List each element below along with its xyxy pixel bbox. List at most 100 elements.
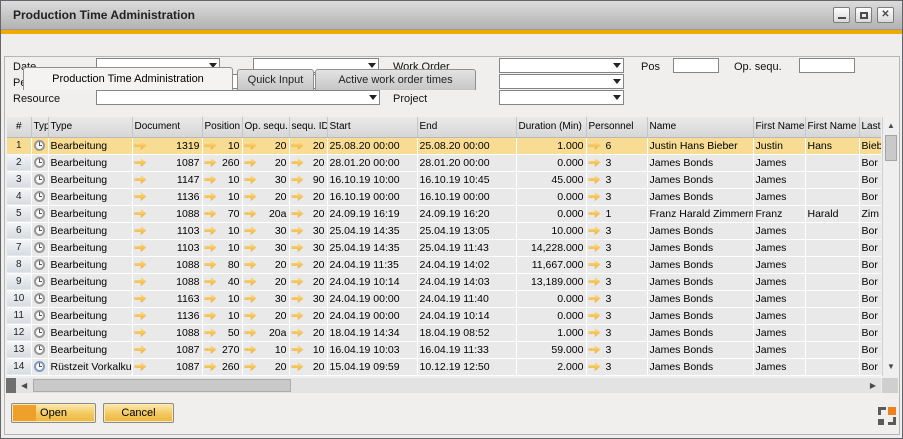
link-arrow-icon[interactable]: [205, 345, 217, 354]
cell-typ[interactable]: [31, 273, 48, 290]
cell-typ[interactable]: [31, 239, 48, 256]
column-header-type[interactable]: Type: [48, 117, 132, 137]
cell-duration[interactable]: 1.000: [516, 137, 586, 154]
cell-start[interactable]: 25.04.19 14:35: [327, 239, 417, 256]
cell-name[interactable]: James Bonds: [647, 307, 753, 324]
table-row[interactable]: 9Bearbeitung108840202024.04.19 10:1424.0…: [7, 273, 881, 290]
pos-input[interactable]: [673, 58, 719, 73]
cell-last[interactable]: Bor: [859, 324, 881, 341]
link-arrow-icon[interactable]: [245, 311, 257, 320]
cell-end[interactable]: 16.04.19 11:33: [417, 341, 516, 358]
cell-type[interactable]: Bearbeitung: [48, 205, 132, 222]
link-arrow-icon[interactable]: [589, 277, 601, 286]
cell-last[interactable]: Bor: [859, 222, 881, 239]
horizontal-scrollbar[interactable]: ◀ ▶: [6, 378, 881, 393]
cell-first_name_2[interactable]: [805, 324, 859, 341]
column-header-num[interactable]: #: [7, 117, 31, 137]
cell-end[interactable]: 16.10.19 10:45: [417, 171, 516, 188]
cell-typ[interactable]: [31, 341, 48, 358]
cell-duration[interactable]: 10.000: [516, 222, 586, 239]
cell-op_sequ[interactable]: 20: [242, 188, 289, 205]
cell-duration[interactable]: 0.000: [516, 205, 586, 222]
link-arrow-icon[interactable]: [292, 175, 304, 184]
cell-end[interactable]: 18.04.19 08:52: [417, 324, 516, 341]
cell-last[interactable]: Bor: [859, 188, 881, 205]
cell-last[interactable]: Bor: [859, 307, 881, 324]
link-arrow-icon[interactable]: [589, 226, 601, 235]
link-arrow-icon[interactable]: [245, 175, 257, 184]
cell-position[interactable]: 50: [202, 324, 242, 341]
cell-start[interactable]: 25.04.19 14:35: [327, 222, 417, 239]
cell-sequ_id[interactable]: 20: [289, 154, 327, 171]
cell-first_name_2[interactable]: [805, 273, 859, 290]
cell-op_sequ[interactable]: 20: [242, 307, 289, 324]
scroll-down-icon[interactable]: ▼: [887, 363, 895, 371]
cell-type[interactable]: Bearbeitung: [48, 256, 132, 273]
cell-end[interactable]: 24.04.19 11:40: [417, 290, 516, 307]
cell-last[interactable]: Bor: [859, 273, 881, 290]
cell-personnel[interactable]: 3: [586, 307, 647, 324]
link-arrow-icon[interactable]: [135, 294, 147, 303]
link-arrow-icon[interactable]: [135, 345, 147, 354]
link-arrow-icon[interactable]: [292, 328, 304, 337]
link-arrow-icon[interactable]: [205, 141, 217, 150]
cell-personnel[interactable]: 3: [586, 273, 647, 290]
cell-name[interactable]: James Bonds: [647, 154, 753, 171]
link-arrow-icon[interactable]: [135, 158, 147, 167]
cell-name[interactable]: James Bonds: [647, 256, 753, 273]
link-arrow-icon[interactable]: [589, 260, 601, 269]
column-header-op_sequ[interactable]: Op. sequ.: [242, 117, 289, 137]
scroll-left-icon[interactable]: ◀: [21, 382, 27, 390]
cell-duration[interactable]: 11,667.000: [516, 256, 586, 273]
cell-first_name[interactable]: James: [753, 222, 805, 239]
cell-first_name[interactable]: James: [753, 273, 805, 290]
link-arrow-icon[interactable]: [589, 209, 601, 218]
cell-personnel[interactable]: 3: [586, 222, 647, 239]
cell-personnel[interactable]: 3: [586, 154, 647, 171]
column-header-last[interactable]: Last: [859, 117, 881, 137]
link-arrow-icon[interactable]: [245, 294, 257, 303]
link-arrow-icon[interactable]: [589, 294, 601, 303]
cell-position[interactable]: 10: [202, 222, 242, 239]
link-arrow-icon[interactable]: [135, 260, 147, 269]
cell-end[interactable]: 24.09.19 16:20: [417, 205, 516, 222]
cell-typ[interactable]: [31, 256, 48, 273]
link-arrow-icon[interactable]: [589, 158, 601, 167]
cell-first_name[interactable]: James: [753, 341, 805, 358]
cell-typ[interactable]: [31, 307, 48, 324]
itemcode-select[interactable]: [499, 74, 624, 89]
scroll-right-icon[interactable]: ▶: [870, 382, 876, 390]
cell-num[interactable]: 8: [7, 256, 31, 273]
link-arrow-icon[interactable]: [135, 226, 147, 235]
column-header-sequ_id[interactable]: sequ. ID: [289, 117, 327, 137]
cell-num[interactable]: 3: [7, 171, 31, 188]
link-arrow-icon[interactable]: [245, 362, 257, 371]
link-arrow-icon[interactable]: [245, 158, 257, 167]
cell-op_sequ[interactable]: 30: [242, 239, 289, 256]
link-arrow-icon[interactable]: [245, 226, 257, 235]
cell-first_name_2[interactable]: [805, 154, 859, 171]
cell-document[interactable]: 1136: [132, 188, 202, 205]
cell-last[interactable]: Bor: [859, 358, 881, 375]
cell-name[interactable]: James Bonds: [647, 358, 753, 375]
cell-sequ_id[interactable]: 20: [289, 307, 327, 324]
cell-document[interactable]: 1163: [132, 290, 202, 307]
link-arrow-icon[interactable]: [292, 277, 304, 286]
cell-document[interactable]: 1087: [132, 358, 202, 375]
cell-position[interactable]: 10: [202, 307, 242, 324]
cell-document[interactable]: 1319: [132, 137, 202, 154]
cell-type[interactable]: Bearbeitung: [48, 137, 132, 154]
cell-duration[interactable]: 0.000: [516, 154, 586, 171]
cell-op_sequ[interactable]: 20a: [242, 205, 289, 222]
cell-document[interactable]: 1088: [132, 256, 202, 273]
cell-op_sequ[interactable]: 20: [242, 137, 289, 154]
vertical-scrollbar[interactable]: ▲ ▼: [882, 117, 898, 376]
cell-sequ_id[interactable]: 30: [289, 239, 327, 256]
cell-op_sequ[interactable]: 30: [242, 290, 289, 307]
cell-document[interactable]: 1087: [132, 154, 202, 171]
cell-end[interactable]: 25.04.19 13:05: [417, 222, 516, 239]
cell-name[interactable]: James Bonds: [647, 171, 753, 188]
column-header-first_name_2[interactable]: First Name 2: [805, 117, 859, 137]
cell-end[interactable]: 16.10.19 00:00: [417, 188, 516, 205]
cell-first_name[interactable]: James: [753, 324, 805, 341]
